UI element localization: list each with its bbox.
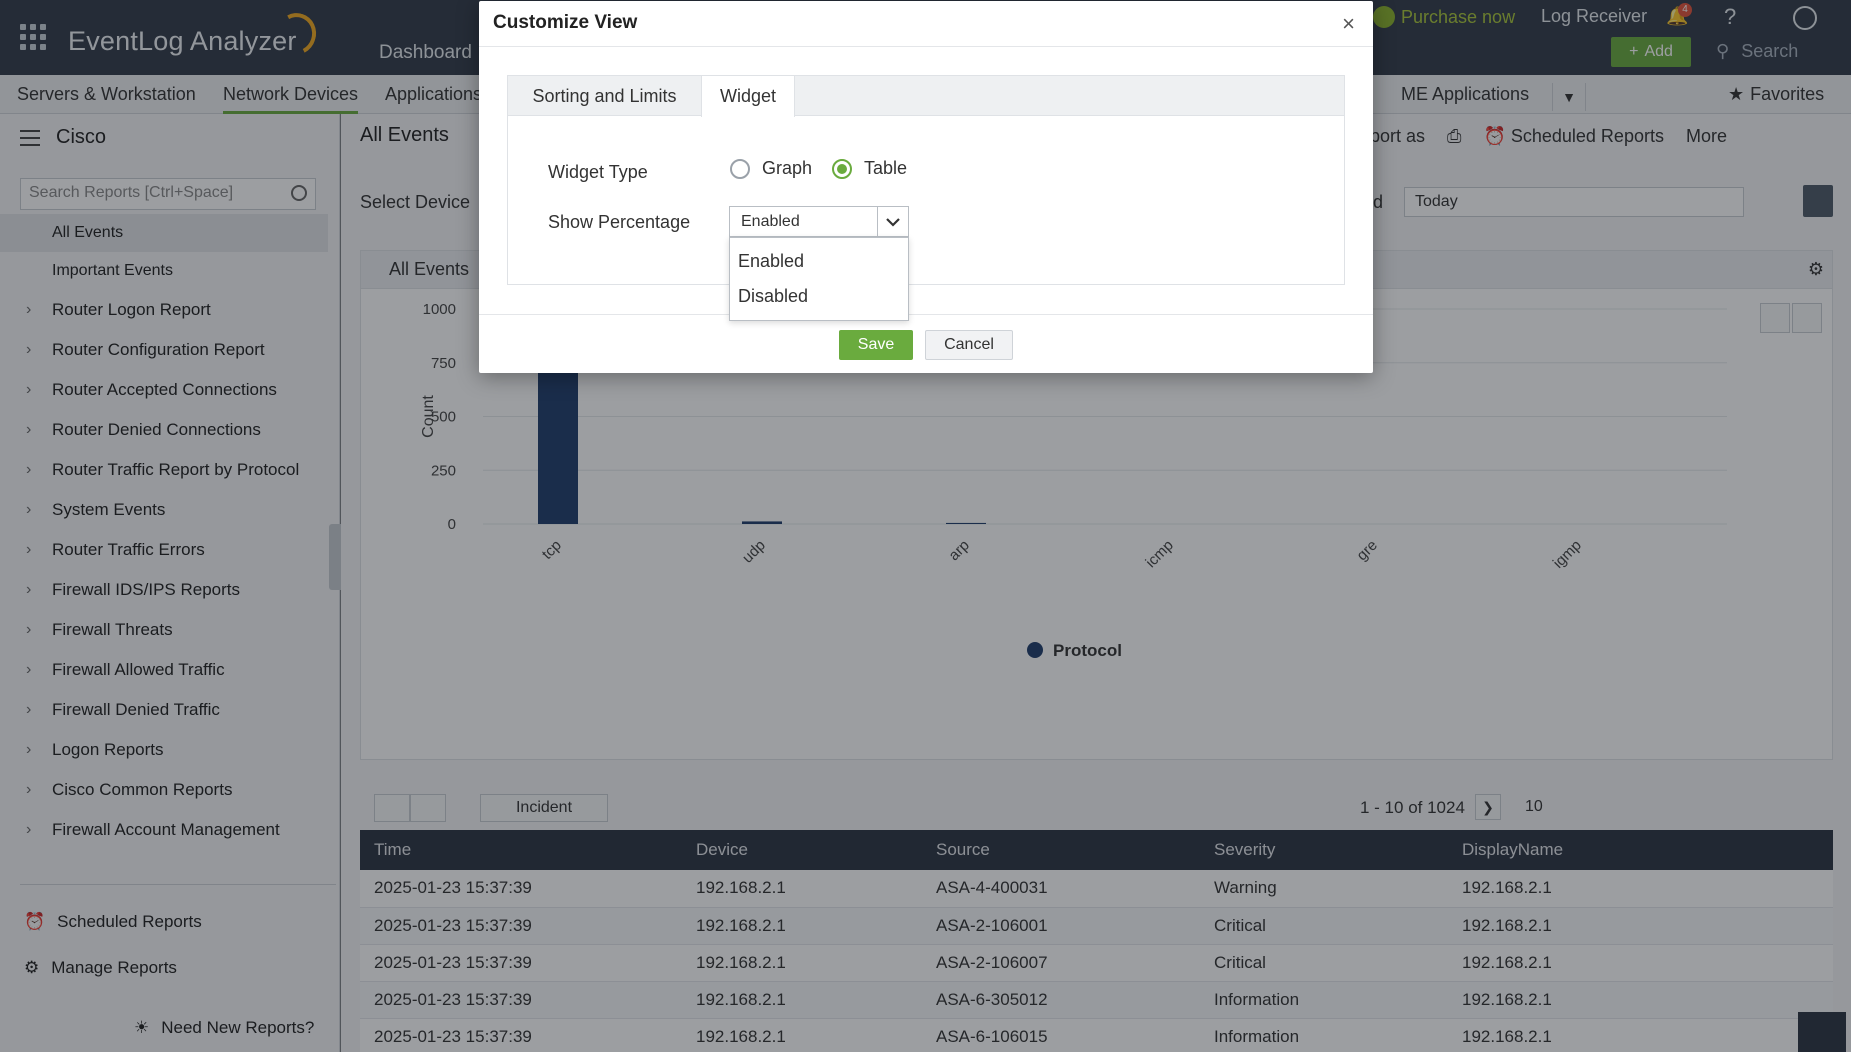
graph-radio-label[interactable]: Graph	[762, 158, 812, 179]
customize-view-dialog: Customize View × Sorting and Limits Widg…	[479, 1, 1373, 373]
tab-widget[interactable]: Widget	[701, 76, 795, 117]
dialog-tabs: Sorting and Limits Widget	[508, 76, 1344, 117]
dialog-header: Customize View ×	[479, 1, 1373, 47]
dialog-footer-divider	[479, 314, 1373, 315]
dropdown-option-enabled[interactable]: Enabled	[730, 244, 908, 279]
save-button[interactable]: Save	[839, 330, 913, 360]
widget-type-radio-group: Graph Table	[730, 158, 907, 179]
table-radio-label[interactable]: Table	[864, 158, 907, 179]
graph-radio[interactable]	[730, 158, 750, 179]
show-percentage-select[interactable]: Enabled	[729, 206, 909, 237]
widget-type-label: Widget Type	[548, 162, 648, 182]
cancel-button[interactable]: Cancel	[925, 330, 1013, 360]
table-radio[interactable]	[832, 158, 853, 179]
show-percentage-dropdown: Enabled Disabled	[729, 237, 909, 321]
chevron-down-icon[interactable]	[877, 207, 908, 236]
tab-sorting-and-limits[interactable]: Sorting and Limits	[508, 76, 702, 116]
dialog-panel: Sorting and Limits Widget Widget Type Gr…	[507, 75, 1345, 321]
dropdown-option-disabled[interactable]: Disabled	[730, 279, 908, 314]
dialog-title: Customize View	[493, 12, 638, 33]
close-icon[interactable]: ×	[1342, 11, 1355, 37]
show-percentage-label: Show Percentage	[548, 212, 691, 232]
select-value: Enabled	[741, 213, 800, 230]
